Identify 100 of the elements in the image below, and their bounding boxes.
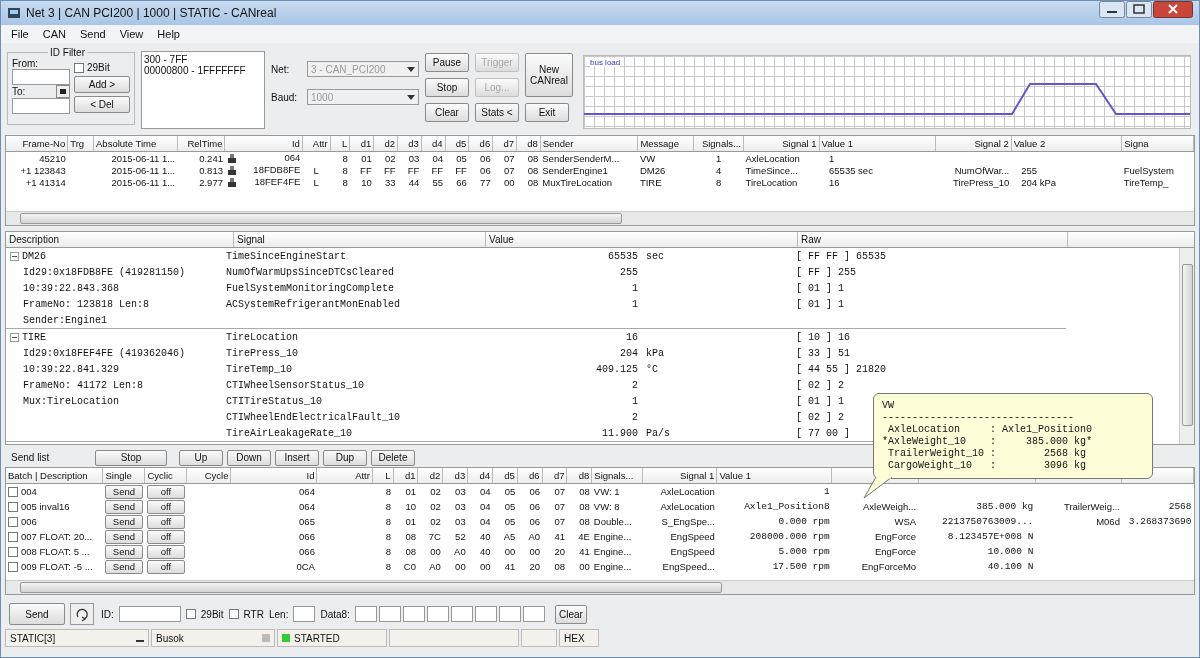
column-header[interactable]: Signal 2 <box>935 136 1012 152</box>
maximize-icon[interactable] <box>1126 1 1152 18</box>
column-header[interactable]: d1 <box>393 468 418 484</box>
menu-item[interactable]: File <box>11 28 29 40</box>
horizontal-scrollbar[interactable] <box>6 580 1194 594</box>
cyclic-toggle[interactable]: off <box>146 484 185 499</box>
remove-filter-button[interactable]: < Del <box>74 96 130 113</box>
checkbox[interactable] <box>228 609 239 619</box>
toolbar-button[interactable]: Pause <box>425 53 469 72</box>
column-header[interactable]: d2 <box>417 468 443 484</box>
checkbox[interactable] <box>8 546 18 557</box>
column-header[interactable]: d7 <box>542 468 567 484</box>
column-header[interactable]: Id <box>224 136 303 152</box>
send-list-button[interactable]: Dup <box>323 449 367 466</box>
exit-button[interactable]: Exit <box>525 103 569 122</box>
column-header[interactable]: d4 <box>421 136 446 152</box>
checkbox[interactable] <box>74 62 84 73</box>
pick-icon[interactable] <box>56 85 70 98</box>
column-header[interactable]: d1 <box>349 136 374 152</box>
id-field[interactable] <box>118 606 181 622</box>
send-list-button[interactable]: Delete <box>371 449 415 466</box>
send-button[interactable]: Send <box>104 484 143 499</box>
column-header[interactable]: Value 2 <box>1011 136 1122 152</box>
menu-item[interactable]: Help <box>157 28 180 40</box>
column-header[interactable]: d5 <box>492 468 518 484</box>
column-header[interactable]: Signals... <box>693 136 744 152</box>
column-header[interactable]: d5 <box>445 136 469 152</box>
column-header[interactable]: d6 <box>468 136 493 152</box>
menu-item[interactable]: CAN <box>42 28 66 40</box>
send-list-button[interactable]: Insert <box>275 449 319 466</box>
data-byte-field[interactable] <box>378 606 401 622</box>
vertical-scrollbar[interactable] <box>1179 248 1194 444</box>
column-header[interactable]: Single <box>102 468 145 484</box>
filter-entry[interactable]: 300 - 7FF <box>144 54 262 65</box>
column-header[interactable]: Value <box>486 232 798 247</box>
column-header[interactable]: d6 <box>517 468 543 484</box>
send-button[interactable]: Send <box>9 603 65 625</box>
send-button[interactable]: Send <box>104 529 143 544</box>
column-header[interactable]: Signa <box>1121 136 1194 152</box>
to-field[interactable] <box>12 98 70 114</box>
column-header[interactable]: Signal <box>234 232 486 247</box>
clear-button[interactable]: Clear <box>554 604 587 624</box>
checkbox[interactable] <box>8 516 18 527</box>
column-header[interactable]: d2 <box>373 136 398 152</box>
column-header[interactable]: Description <box>6 232 234 247</box>
collapse-icon[interactable] <box>10 251 19 261</box>
column-header[interactable]: Raw <box>798 232 1068 247</box>
column-header[interactable]: Signal 1 <box>743 136 820 152</box>
column-header[interactable]: Signals... <box>591 468 643 484</box>
column-header[interactable]: Frame-No <box>6 136 68 152</box>
collapse-icon[interactable] <box>10 332 19 342</box>
data-byte-field[interactable] <box>402 606 425 622</box>
toolbar-button[interactable]: Stop <box>425 78 469 97</box>
send-button[interactable]: Send <box>104 514 143 529</box>
data-byte-field[interactable] <box>498 606 521 622</box>
column-header[interactable]: Id <box>231 468 317 484</box>
checkbox[interactable] <box>8 501 18 512</box>
horizontal-scrollbar[interactable] <box>6 211 1194 225</box>
repeat-icon[interactable] <box>70 603 94 625</box>
column-header[interactable]: Cyclic <box>144 468 187 484</box>
send-button[interactable]: Send <box>104 559 143 574</box>
menu-item[interactable]: Send <box>79 28 106 40</box>
column-header[interactable]: Value 1 <box>716 468 832 484</box>
column-header[interactable]: Cycle <box>186 468 231 484</box>
column-header[interactable]: d8 <box>566 468 592 484</box>
column-header[interactable]: L <box>330 136 350 152</box>
checkbox[interactable] <box>8 486 18 497</box>
cyclic-toggle[interactable]: off <box>146 544 185 559</box>
checkbox[interactable] <box>185 609 196 619</box>
from-field[interactable] <box>12 69 70 85</box>
column-header[interactable]: Attr <box>302 136 331 152</box>
close-icon[interactable] <box>1153 1 1193 18</box>
send-list-button[interactable]: Up <box>179 449 223 466</box>
column-header[interactable]: Batch | Description <box>6 468 103 484</box>
filter-entry[interactable]: 00000800 - 1FFFFFFF <box>144 65 262 76</box>
data-byte-field[interactable] <box>522 606 545 622</box>
send-list-button[interactable]: Stop <box>95 449 167 466</box>
column-header[interactable]: Sender <box>540 136 638 152</box>
column-header[interactable]: d3 <box>397 136 422 152</box>
column-header[interactable]: Trg <box>67 136 94 152</box>
cyclic-toggle[interactable]: off <box>146 559 185 574</box>
send-button[interactable]: Send <box>104 499 143 514</box>
checkbox[interactable] <box>8 531 18 542</box>
send-button[interactable]: Send <box>104 544 143 559</box>
toolbar-button[interactable]: Stats < <box>475 103 519 122</box>
column-header[interactable]: Signal 1 <box>642 468 717 484</box>
column-header[interactable]: RelTime <box>177 136 225 152</box>
column-header[interactable]: L <box>372 468 394 484</box>
toolbar-button[interactable]: Clear <box>425 103 469 122</box>
column-header[interactable]: Value 1 <box>819 136 936 152</box>
column-header[interactable]: d4 <box>467 468 493 484</box>
column-header[interactable]: d3 <box>442 468 468 484</box>
column-header[interactable]: Absolute Time <box>93 136 178 152</box>
column-header[interactable]: Attr <box>316 468 373 484</box>
column-header[interactable]: Message <box>637 136 694 152</box>
add-button[interactable]: Add > <box>74 76 130 93</box>
data-byte-field[interactable] <box>354 606 377 622</box>
new-window-button[interactable]: New CANreal <box>525 53 573 97</box>
column-header[interactable]: d7 <box>492 136 517 152</box>
send-list-button[interactable]: Down <box>227 449 271 466</box>
